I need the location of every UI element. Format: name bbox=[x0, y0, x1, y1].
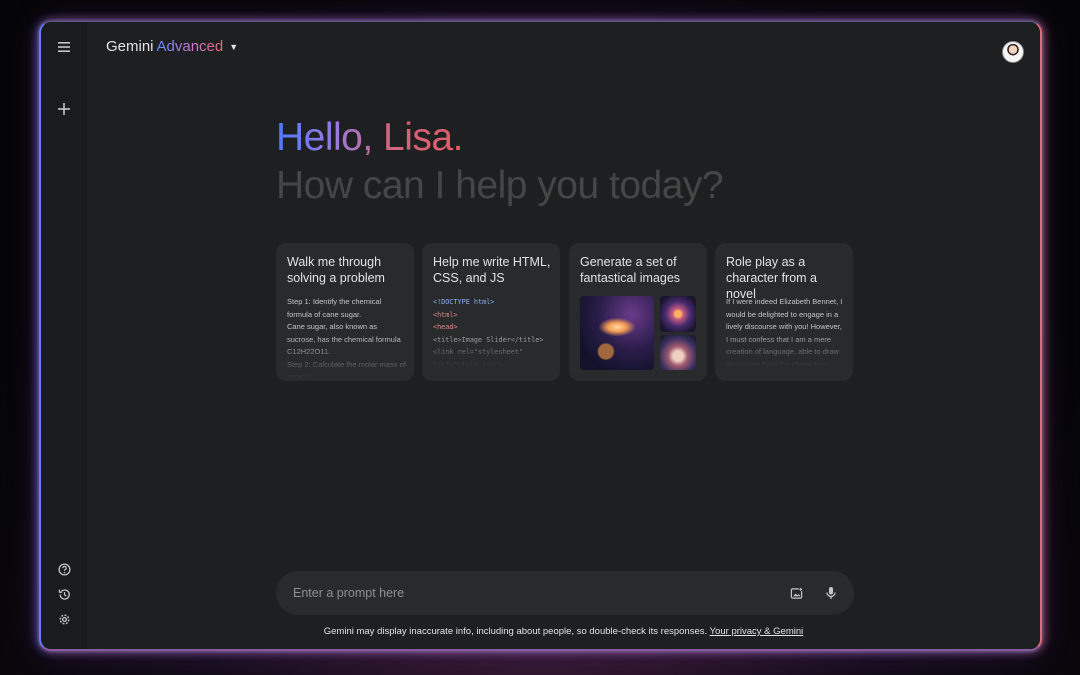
spiral-image bbox=[660, 296, 696, 332]
suggestion-card-roleplay[interactable]: Role play as a character from a novel If… bbox=[715, 243, 853, 381]
card-title: Help me write HTML, CSS, and JS bbox=[433, 255, 551, 285]
caret-down-icon: ▼ bbox=[229, 41, 239, 52]
card-title: Walk me through solving a problem bbox=[287, 255, 385, 285]
new-chat-plus-icon[interactable] bbox=[53, 98, 75, 120]
help-icon[interactable] bbox=[53, 558, 75, 580]
code-line: href="style.css"> bbox=[433, 360, 503, 369]
sidebar bbox=[41, 22, 87, 649]
privacy-link[interactable]: Your privacy & Gemini bbox=[710, 626, 804, 637]
card-title: Generate a set of fantastical images bbox=[580, 255, 681, 285]
mic-icon[interactable] bbox=[822, 584, 840, 602]
prompt-input[interactable] bbox=[293, 571, 773, 615]
card-code-preview: <!DOCTYPE html> <html> <head> <title>Ima… bbox=[433, 296, 552, 371]
card-preview: If I were indeed Elizabeth Bennet, I wou… bbox=[726, 296, 845, 371]
card-line: Step 1: Identify the chemical formula of… bbox=[287, 297, 382, 319]
card-line: Step 2: Calculate the molar mass of sucr… bbox=[287, 359, 406, 382]
suggestion-card-code[interactable]: Help me write HTML, CSS, and JS <!DOCTYP… bbox=[422, 243, 560, 381]
avatar[interactable] bbox=[1002, 41, 1024, 63]
menu-icon[interactable] bbox=[53, 36, 75, 58]
card-line: Cane sugar, also known as sucrose, has t… bbox=[287, 322, 401, 356]
galaxy-image bbox=[580, 296, 654, 370]
footer-disclaimer: Gemini may display inaccurate info, incl… bbox=[87, 626, 1040, 637]
suggestion-card-problem[interactable]: Walk me through solving a problem Step 1… bbox=[276, 243, 414, 381]
greeting-hello: Hello, Lisa. bbox=[276, 116, 463, 159]
card-title: Role play as a character from a novel bbox=[726, 255, 818, 301]
history-icon[interactable] bbox=[53, 583, 75, 605]
app-window: Gemini Advanced ▼ Hello, Lisa. How can I… bbox=[39, 21, 1042, 651]
suggestion-card-images[interactable]: Generate a set of fantastical images bbox=[569, 243, 707, 381]
card-line: inspiration from the characters bbox=[726, 359, 827, 369]
disclaimer-text: Gemini may display inaccurate info, incl… bbox=[323, 626, 708, 637]
image-upload-icon[interactable] bbox=[787, 584, 805, 602]
main-panel: Gemini Advanced ▼ Hello, Lisa. How can I… bbox=[87, 22, 1040, 649]
prompt-bar bbox=[276, 571, 854, 615]
app-name: Gemini bbox=[106, 38, 154, 55]
cake-image bbox=[660, 335, 696, 370]
code-line: <title>Image Slider</title> bbox=[433, 335, 544, 344]
code-line: <head> bbox=[433, 323, 458, 331]
code-line: <link rel="stylesheet" bbox=[433, 348, 524, 356]
greeting-subtitle: How can I help you today? bbox=[276, 164, 724, 207]
app-tier: Advanced bbox=[156, 38, 224, 55]
code-line: <!DOCTYPE html> bbox=[433, 298, 495, 306]
model-selector[interactable]: Gemini Advanced ▼ bbox=[106, 38, 238, 55]
gear-icon[interactable] bbox=[53, 608, 75, 630]
card-line: If I were indeed Elizabeth Bennet, I wou… bbox=[726, 297, 843, 356]
code-line: <html> bbox=[433, 310, 458, 319]
card-preview: Step 1: Identify the chemical formula of… bbox=[287, 296, 406, 381]
